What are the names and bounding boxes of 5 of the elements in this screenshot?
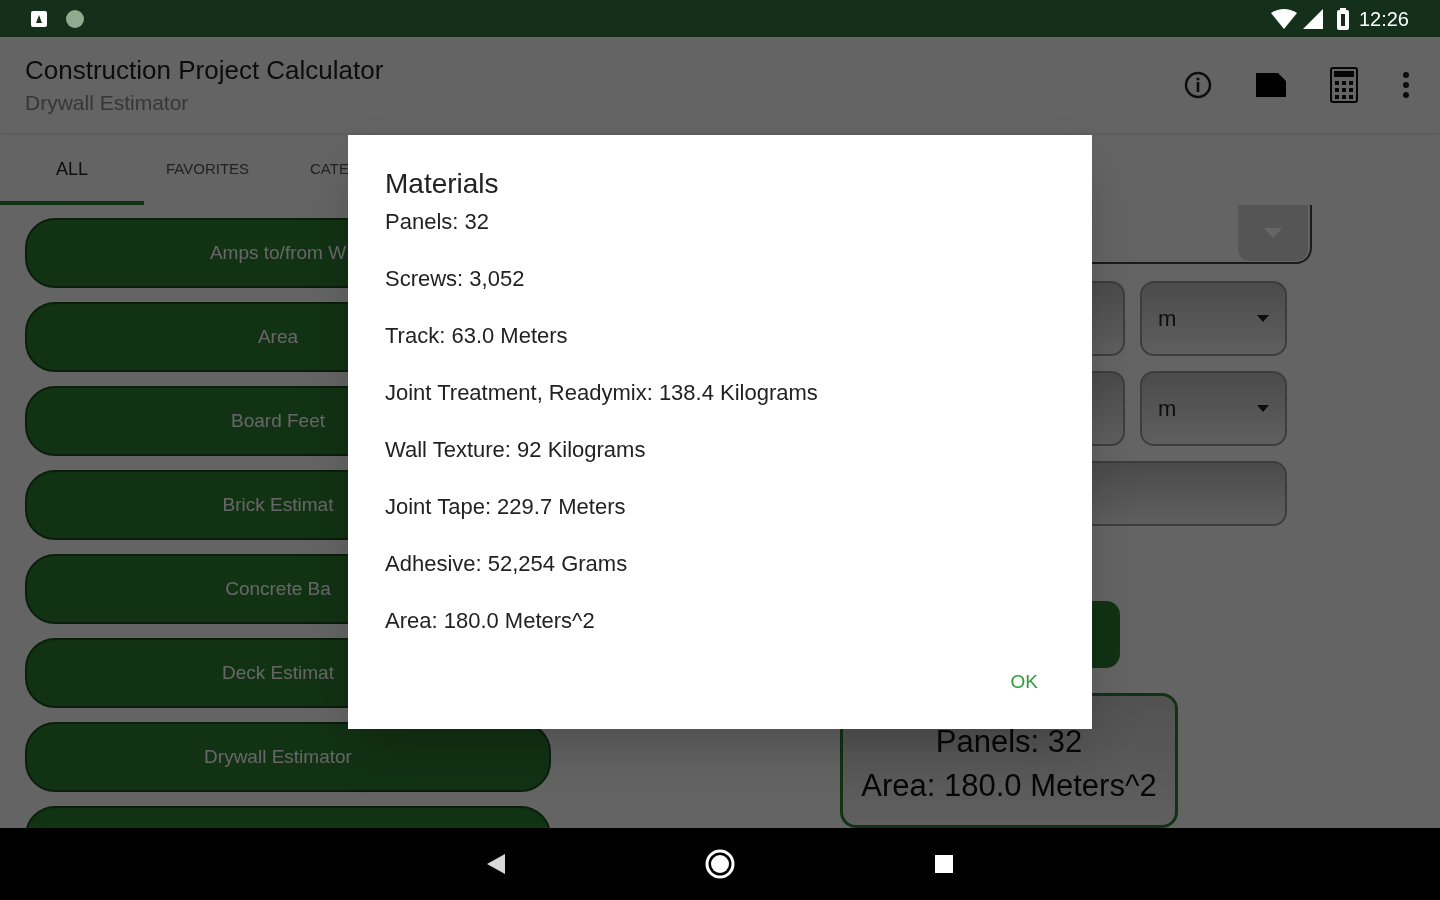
result-text: Panels: 32 xyxy=(935,723,1083,760)
result-text: Area: 180.0 Meters^2 xyxy=(861,767,1157,804)
dialog-title: Materials xyxy=(385,167,500,201)
app-title: Construction Project Calculator xyxy=(25,54,385,87)
clock-time: 12:26 xyxy=(1358,6,1409,32)
